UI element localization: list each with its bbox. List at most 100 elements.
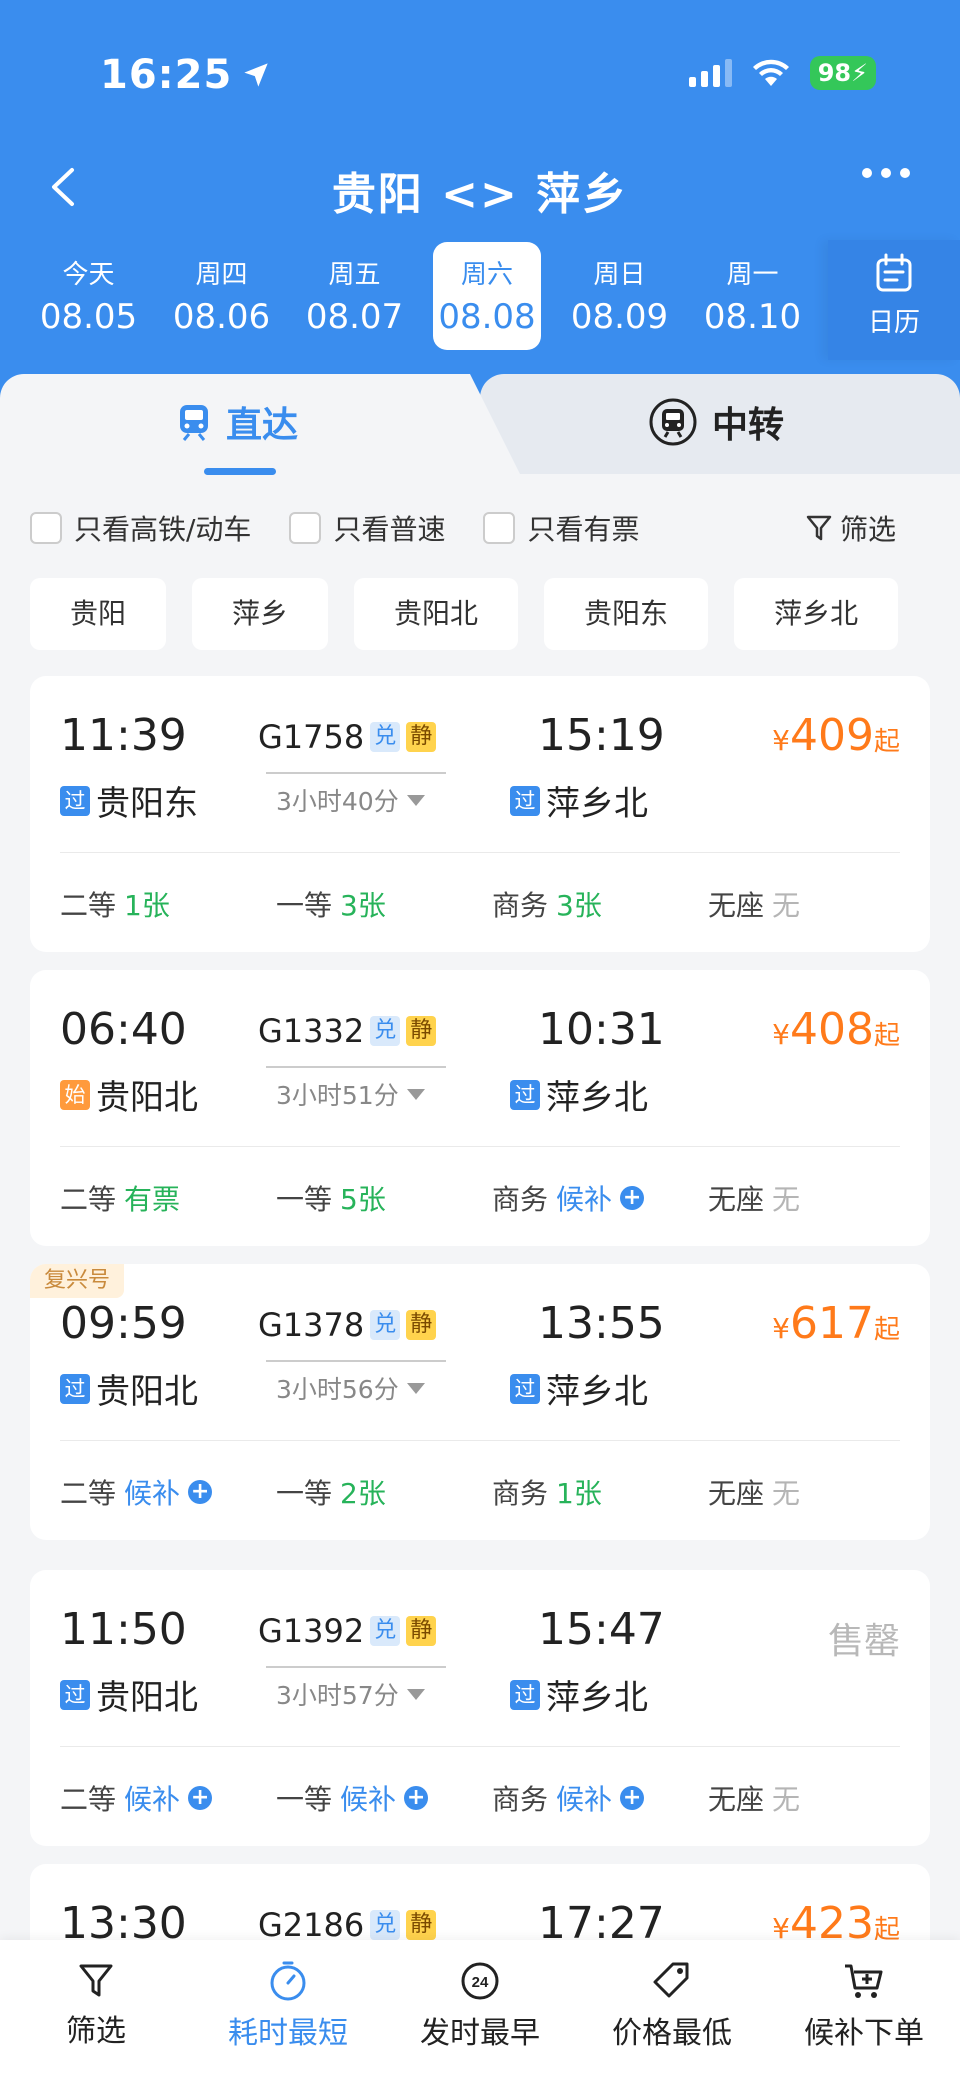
- to-station: 过 萍乡北: [510, 1670, 648, 1719]
- seat-first-class: 一等 2张: [276, 1472, 386, 1512]
- date-weekday: 今天: [62, 260, 115, 290]
- seat-row: 二等 1张 一等 3张 商务 3张 无座无: [60, 884, 920, 924]
- date-item-today[interactable]: 今天 08.05: [22, 242, 155, 350]
- date-item-mon[interactable]: 周一 08.10: [686, 242, 819, 350]
- seat-name: 商务: [492, 1477, 549, 1510]
- train-number-text: G1392: [258, 1612, 365, 1650]
- train-card[interactable]: 11:39 G1758 兑 静 3小时40分 15:19 过 贵阳东 过 萍乡北…: [30, 676, 930, 952]
- date-item-thu[interactable]: 周四 08.06: [155, 242, 288, 350]
- calendar-button[interactable]: 日历: [828, 240, 960, 360]
- seat-name: 无座: [708, 1783, 765, 1816]
- arrival-time: 15:19: [538, 710, 665, 761]
- bottom-filter-button[interactable]: 筛选: [0, 1940, 192, 2087]
- checkbox-high-speed[interactable]: [30, 512, 62, 544]
- divider: [60, 852, 900, 853]
- status-bar: 16:25 98⚡: [0, 0, 960, 150]
- tab-direct-label[interactable]: 直达: [176, 396, 298, 448]
- station-chip[interactable]: 萍乡: [192, 578, 329, 650]
- train-card[interactable]: 11:50 G1392 兑 静 3小时57分 15:47 过 贵阳北 过 萍乡北…: [30, 1570, 930, 1846]
- plus-circle-icon[interactable]: +: [620, 1186, 645, 1210]
- seat-name: 无座: [708, 889, 765, 922]
- seat-business: 商务 1张: [492, 1472, 602, 1512]
- sort-cheapest-button[interactable]: 价格最低: [576, 1940, 768, 2087]
- seat-second-class[interactable]: 二等 候补 +: [60, 1778, 213, 1818]
- seat-second-class: 二等 有票: [60, 1178, 180, 1218]
- seat-value: 5张: [340, 1183, 386, 1216]
- sort-shortest-button[interactable]: 耗时最短: [192, 1940, 384, 2087]
- quiet-tag: 静: [406, 1016, 437, 1046]
- pass-badge: 过: [510, 1079, 540, 1110]
- filter-button-label: 筛选: [839, 513, 896, 546]
- price-tag-icon: [653, 1962, 689, 1998]
- from-station: 始 贵阳北: [60, 1070, 198, 1119]
- station-chip[interactable]: 贵阳北: [354, 578, 519, 650]
- filter-available-label: 只看有票: [527, 513, 640, 546]
- seat-second-class[interactable]: 二等 候补 +: [60, 1472, 213, 1512]
- date-item-sat-selected[interactable]: 周六 08.08: [433, 242, 541, 350]
- status-time: 16:25: [100, 52, 270, 98]
- more-icon[interactable]: [862, 168, 910, 178]
- seat-business[interactable]: 商务 候补 +: [492, 1778, 645, 1818]
- filter-high-speed[interactable]: 只看高铁/动车: [30, 508, 251, 548]
- seat-value: 无: [772, 889, 801, 922]
- filter-normal-label: 只看普速: [333, 513, 446, 546]
- train-number: G1378 兑 静: [258, 1306, 437, 1344]
- seat-standing: 无座无: [708, 1778, 800, 1818]
- station-chip[interactable]: 萍乡北: [734, 578, 899, 650]
- train-number: G2186 兑 静: [258, 1906, 437, 1944]
- date-item-sun[interactable]: 周日 08.09: [553, 242, 686, 350]
- signal-icon: [688, 59, 732, 87]
- redeem-tag: 兑: [370, 1910, 401, 1940]
- sort-earliest-button[interactable]: 24 发时最早: [384, 1940, 576, 2087]
- seat-first-class[interactable]: 一等 候补 +: [276, 1778, 429, 1818]
- bottom-filter-label: 筛选: [66, 2014, 126, 2049]
- date-value: 08.05: [39, 297, 138, 337]
- train-card[interactable]: 复兴号 09:59 G1378 兑 静 3小时56分 13:55 过 贵阳北 过…: [30, 1264, 930, 1540]
- filter-high-speed-label: 只看高铁/动车: [74, 513, 252, 546]
- tab-transfer-label[interactable]: 中转: [648, 396, 784, 448]
- plus-circle-icon[interactable]: +: [188, 1480, 213, 1504]
- seat-name: 无座: [708, 1183, 765, 1216]
- seat-name: 二等: [60, 1183, 117, 1216]
- plus-circle-icon[interactable]: +: [188, 1786, 213, 1810]
- duration-toggle[interactable]: 3小时56分: [276, 1370, 425, 1406]
- caret-down-icon: [406, 1382, 425, 1394]
- plus-circle-icon[interactable]: +: [404, 1786, 429, 1810]
- seat-value: 有票: [124, 1183, 181, 1216]
- checkbox-available[interactable]: [483, 512, 516, 544]
- seat-name: 无座: [708, 1477, 765, 1510]
- date-item-fri[interactable]: 周五 08.07: [288, 242, 421, 350]
- redeem-tag: 兑: [370, 722, 401, 752]
- from-station: 过 贵阳东: [60, 776, 198, 825]
- train-number-text: G2186: [258, 1906, 365, 1944]
- clock-24-icon: 24: [461, 1962, 499, 2000]
- redeem-tag: 兑: [370, 1310, 401, 1340]
- tab-direct-text: 直达: [226, 405, 299, 446]
- departure-time: 09:59: [60, 1298, 187, 1349]
- filter-available[interactable]: 只看有票: [483, 508, 639, 548]
- duration-toggle[interactable]: 3小时51分: [276, 1076, 425, 1112]
- train-number-text: G1332: [258, 1012, 365, 1050]
- filter-normal[interactable]: 只看普速: [289, 508, 445, 548]
- plus-circle-icon[interactable]: +: [620, 1786, 645, 1810]
- duration-text: 3小时56分: [276, 1375, 399, 1404]
- filter-button[interactable]: 筛选: [806, 508, 896, 548]
- station-chip[interactable]: 贵阳: [30, 578, 167, 650]
- cart-plus-icon: [845, 1964, 883, 1998]
- header: 16:25 98⚡ 贵阳 <> 萍乡 今天 08.05 周四 08.06 周五 …: [0, 0, 960, 420]
- station-chip[interactable]: 贵阳东: [544, 578, 709, 650]
- duration-toggle[interactable]: 3小时40分: [276, 782, 425, 818]
- duration-toggle[interactable]: 3小时57分: [276, 1676, 425, 1712]
- seat-business[interactable]: 商务 候补 +: [492, 1178, 645, 1218]
- waitlist-order-button[interactable]: 候补下单: [768, 1940, 960, 2087]
- timer-icon: [270, 1961, 306, 2001]
- seat-name: 一等: [276, 1183, 333, 1216]
- seat-value: 无: [772, 1183, 801, 1216]
- departure-time: 11:50: [60, 1604, 187, 1655]
- clock-24-text: 24: [472, 1974, 489, 1991]
- train-card[interactable]: 06:40 G1332 兑 静 3小时51分 10:31 始 贵阳北 过 萍乡北…: [30, 970, 930, 1246]
- seat-value: 候补: [556, 1183, 613, 1216]
- train-number: G1392 兑 静: [258, 1612, 437, 1650]
- to-station-name: 萍乡北: [546, 1678, 648, 1718]
- checkbox-normal[interactable]: [289, 512, 322, 544]
